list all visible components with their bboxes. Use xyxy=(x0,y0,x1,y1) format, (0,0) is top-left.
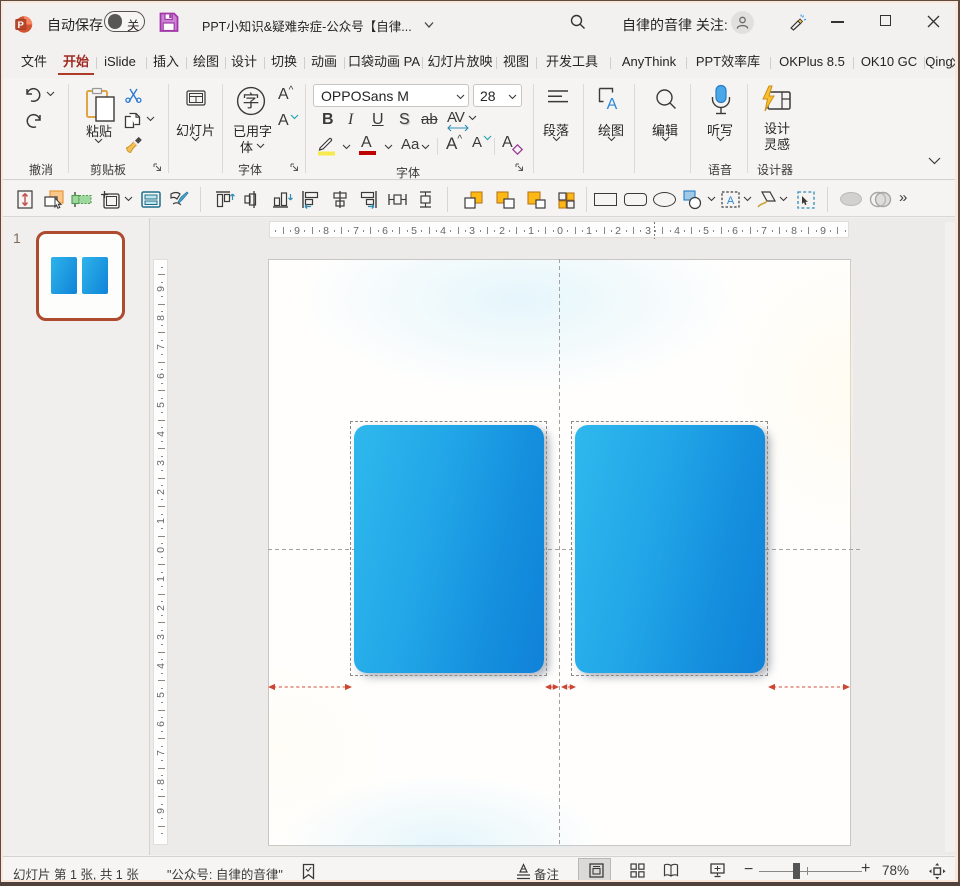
svg-text:P: P xyxy=(18,20,25,31)
svg-text:字: 字 xyxy=(243,92,260,111)
svg-text:A: A xyxy=(607,96,618,113)
svg-text:A: A xyxy=(727,195,735,207)
